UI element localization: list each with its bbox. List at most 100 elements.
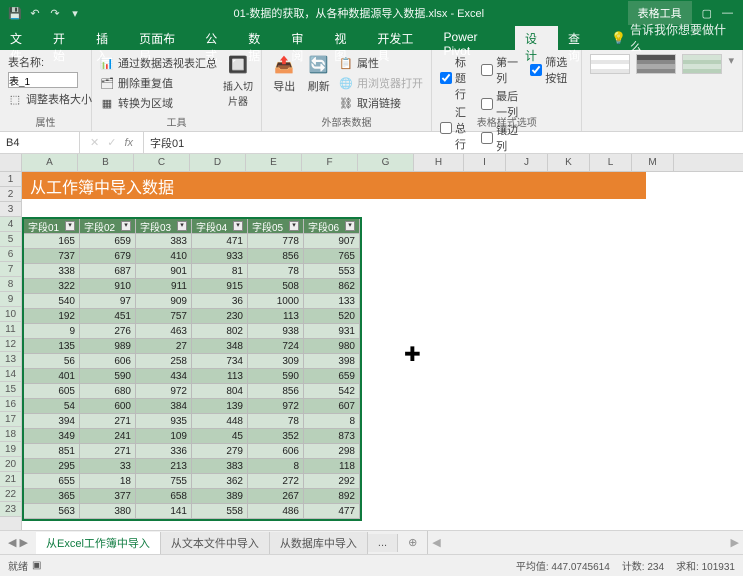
- table-cell[interactable]: 27: [136, 339, 192, 354]
- sheet-tab-1[interactable]: 从Excel工作簿中导入: [36, 532, 161, 554]
- table-cell[interactable]: 192: [24, 309, 80, 324]
- table-cell[interactable]: 655: [24, 474, 80, 489]
- col-header[interactable]: C: [134, 154, 190, 171]
- row-header[interactable]: 2: [0, 187, 21, 202]
- unlink-button[interactable]: ⛓取消链接: [339, 94, 423, 112]
- table-cell[interactable]: 892: [304, 489, 360, 504]
- table-cell[interactable]: 540: [24, 294, 80, 309]
- checkbox[interactable]: [481, 64, 493, 76]
- pivot-summary-button[interactable]: 📊通过数据透视表汇总: [100, 54, 217, 72]
- table-cell[interactable]: 139: [192, 399, 248, 414]
- table-cell[interactable]: 118: [304, 459, 360, 474]
- first-col-check[interactable]: 第一列: [481, 54, 524, 86]
- table-cell[interactable]: 558: [192, 504, 248, 519]
- table-cell[interactable]: 448: [192, 414, 248, 429]
- tell-me[interactable]: 💡 告诉我你想要做什么: [601, 26, 743, 50]
- table-header[interactable]: 字段06▾: [304, 219, 360, 234]
- table-cell[interactable]: 605: [24, 384, 80, 399]
- qat-more-icon[interactable]: ▾: [68, 7, 82, 20]
- tab-query[interactable]: 查询: [558, 26, 601, 50]
- table-cell[interactable]: 600: [80, 399, 136, 414]
- tab-design[interactable]: 设计: [515, 26, 558, 50]
- table-cell[interactable]: 165: [24, 234, 80, 249]
- row-header[interactable]: 10: [0, 307, 21, 322]
- table-cell[interactable]: 213: [136, 459, 192, 474]
- table-cell[interactable]: 9: [24, 324, 80, 339]
- row-header[interactable]: 20: [0, 457, 21, 472]
- tab-layout[interactable]: 页面布局: [129, 26, 195, 50]
- table-cell[interactable]: 778: [248, 234, 304, 249]
- horizontal-scrollbar[interactable]: ◀▶: [427, 531, 743, 554]
- row-header[interactable]: 21: [0, 472, 21, 487]
- table-cell[interactable]: 477: [304, 504, 360, 519]
- table-cell[interactable]: 18: [80, 474, 136, 489]
- fx-icon[interactable]: fx: [124, 137, 133, 149]
- table-cell[interactable]: 349: [24, 429, 80, 444]
- undo-icon[interactable]: ↶: [28, 7, 42, 20]
- filter-dropdown-icon[interactable]: ▾: [65, 221, 75, 231]
- ribbon-options-icon[interactable]: ▢: [702, 7, 712, 20]
- table-header[interactable]: 字段04▾: [192, 219, 248, 234]
- add-sheet-button[interactable]: ⊕: [398, 536, 427, 549]
- table-cell[interactable]: 856: [248, 249, 304, 264]
- table-cell[interactable]: 471: [192, 234, 248, 249]
- row-header[interactable]: 11: [0, 322, 21, 337]
- table-cell[interactable]: 410: [136, 249, 192, 264]
- table-cell[interactable]: 486: [248, 504, 304, 519]
- table-cell[interactable]: 54: [24, 399, 80, 414]
- table-cell[interactable]: 989: [80, 339, 136, 354]
- table-header[interactable]: 字段01▾: [24, 219, 80, 234]
- table-cell[interactable]: 267: [248, 489, 304, 504]
- table-cell[interactable]: 33: [80, 459, 136, 474]
- table-cell[interactable]: 911: [136, 279, 192, 294]
- row-header[interactable]: 3: [0, 202, 21, 217]
- table-cell[interactable]: 737: [24, 249, 80, 264]
- tab-insert[interactable]: 插入: [86, 26, 129, 50]
- formula-bar[interactable]: 字段01: [143, 132, 743, 153]
- col-header[interactable]: B: [78, 154, 134, 171]
- col-header[interactable]: G: [358, 154, 414, 171]
- minimize-icon[interactable]: —: [722, 7, 733, 20]
- table-cell[interactable]: 271: [80, 444, 136, 459]
- table-cell[interactable]: 336: [136, 444, 192, 459]
- table-cell[interactable]: 931: [304, 324, 360, 339]
- to-range-button[interactable]: ▦转换为区域: [100, 94, 217, 112]
- col-header[interactable]: F: [302, 154, 358, 171]
- save-icon[interactable]: 💾: [8, 7, 22, 20]
- table-cell[interactable]: 298: [304, 444, 360, 459]
- table-cell[interactable]: 938: [248, 324, 304, 339]
- tab-data[interactable]: 数据: [238, 26, 281, 50]
- table-cell[interactable]: 241: [80, 429, 136, 444]
- table-cell[interactable]: 8: [248, 459, 304, 474]
- table-cell[interactable]: 856: [248, 384, 304, 399]
- table-cell[interactable]: 383: [192, 459, 248, 474]
- table-header[interactable]: 字段03▾: [136, 219, 192, 234]
- filter-dropdown-icon[interactable]: ▾: [345, 221, 355, 231]
- sheet-tab-2[interactable]: 从文本文件中导入: [161, 532, 270, 554]
- table-cell[interactable]: 687: [80, 264, 136, 279]
- table-cell[interactable]: 135: [24, 339, 80, 354]
- tab-devtools[interactable]: 开发工具: [367, 26, 433, 50]
- row-header[interactable]: 4: [0, 217, 21, 232]
- table-cell[interactable]: 542: [304, 384, 360, 399]
- props-button[interactable]: 📋属性: [339, 54, 423, 72]
- row-header[interactable]: 7: [0, 262, 21, 277]
- col-header[interactable]: H: [414, 154, 464, 171]
- row-header[interactable]: 1: [0, 172, 21, 187]
- table-cell[interactable]: 802: [192, 324, 248, 339]
- style-more-icon[interactable]: ▾: [728, 54, 734, 67]
- enter-icon[interactable]: ✓: [107, 136, 116, 149]
- table-cell[interactable]: 606: [248, 444, 304, 459]
- row-header[interactable]: 5: [0, 232, 21, 247]
- table-cell[interactable]: 78: [248, 264, 304, 279]
- remove-dup-button[interactable]: 🗂删除重复值: [100, 74, 217, 92]
- table-cell[interactable]: 271: [80, 414, 136, 429]
- table-cell[interactable]: 590: [248, 369, 304, 384]
- col-header[interactable]: E: [246, 154, 302, 171]
- table-cell[interactable]: 935: [136, 414, 192, 429]
- tab-powerpivot[interactable]: Power Pivot: [434, 26, 515, 50]
- browser-button[interactable]: 🌐用浏览器打开: [339, 74, 423, 92]
- table-cell[interactable]: 394: [24, 414, 80, 429]
- row-header[interactable]: 22: [0, 487, 21, 502]
- table-cell[interactable]: 434: [136, 369, 192, 384]
